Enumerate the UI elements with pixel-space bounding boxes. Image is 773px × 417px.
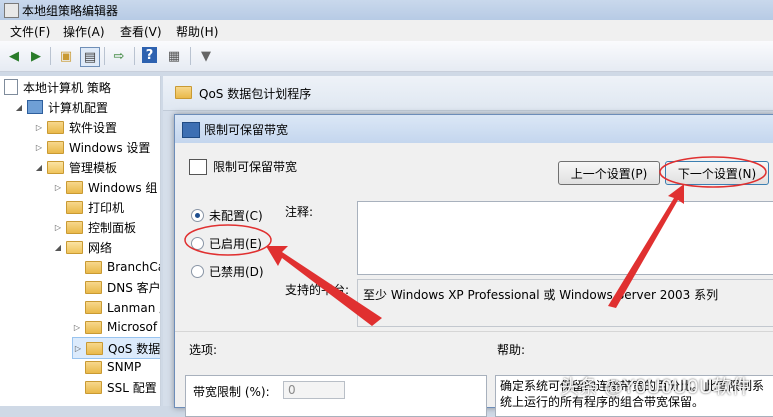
collapsed-arrow-icon[interactable]: ▷ xyxy=(53,183,63,192)
expanded-arrow-icon[interactable]: ◢ xyxy=(34,163,44,172)
tree-item-ssl-config[interactable]: SSL 配置 xyxy=(72,377,157,397)
window-title: 本地组策略编辑器 xyxy=(22,4,119,18)
collapsed-arrow-icon[interactable]: ▷ xyxy=(34,143,44,152)
menu-help[interactable]: 帮助(H) xyxy=(176,23,218,40)
folder-icon xyxy=(85,380,102,394)
policy-setting-icon xyxy=(182,122,200,138)
folder-icon xyxy=(85,280,102,294)
policy-icon xyxy=(4,79,18,95)
menu-view[interactable]: 查看(V) xyxy=(120,23,162,40)
folder-icon xyxy=(85,320,102,334)
toolbar-separator xyxy=(104,47,105,65)
folder-open-icon xyxy=(47,160,64,174)
tree-item-microsoft[interactable]: ▷ Microsof xyxy=(72,317,157,337)
radio-disabled[interactable]: 已禁用(D) xyxy=(191,263,264,280)
platform-field: 至少 Windows XP Professional 或 Windows Ser… xyxy=(357,279,773,327)
details-title: QoS 数据包计划程序 xyxy=(199,87,312,101)
collapsed-arrow-icon[interactable]: ▷ xyxy=(34,123,44,132)
comment-label: 注释: xyxy=(285,205,314,219)
platform-value: 至少 Windows XP Professional 或 Windows Ser… xyxy=(363,288,719,302)
options-label: 选项: xyxy=(189,343,218,357)
platform-label: 支持的平台: xyxy=(285,283,350,297)
help-label: 帮助: xyxy=(497,343,526,357)
menu-action[interactable]: 操作(A) xyxy=(63,23,105,40)
radio-not-configured[interactable]: 未配置(C) xyxy=(191,207,263,224)
folder-icon xyxy=(175,86,192,99)
tree-item-snmp[interactable]: SNMP xyxy=(72,357,141,377)
folder-icon xyxy=(66,180,83,194)
bandwidth-label: 带宽限制 (%): xyxy=(193,385,270,399)
tree-item-qos[interactable]: ▷ QoS 数据 xyxy=(72,337,160,359)
tree-item-control-panel[interactable]: ▷ 控制面板 xyxy=(53,217,136,237)
folder-icon xyxy=(47,140,64,154)
tree-item-dns-client[interactable]: DNS 客户 xyxy=(72,277,160,297)
menu-file[interactable]: 文件(F) xyxy=(10,23,50,40)
comment-textarea[interactable] xyxy=(357,201,773,275)
next-setting-button[interactable]: 下一个设置(N) xyxy=(665,161,769,185)
tree-item-software-settings[interactable]: ▷ 软件设置 xyxy=(34,117,117,137)
export-icon[interactable]: ⇨ xyxy=(110,47,128,65)
prev-setting-button[interactable]: 上一个设置(P) xyxy=(558,161,660,185)
folder-icon xyxy=(86,341,103,355)
folder-icon xyxy=(85,300,102,314)
dialog-titlebar: 限制可保留带宽 xyxy=(175,115,773,143)
tree-item-local-policy[interactable]: 本地计算机 策略 xyxy=(4,77,111,97)
tree-item-lanman-server[interactable]: Lanman 服 xyxy=(72,297,160,317)
properties-icon[interactable]: ▦ xyxy=(165,47,183,65)
watermark: 头条 @Y0U0U0U软件 xyxy=(560,376,751,398)
tree-item-printers[interactable]: 打印机 xyxy=(53,197,124,217)
tree-item-branchcache[interactable]: BranchCa xyxy=(72,257,160,277)
folder-icon xyxy=(66,200,83,214)
back-icon[interactable]: ◀ xyxy=(5,47,23,65)
folder-icon xyxy=(85,260,102,274)
expanded-arrow-icon[interactable]: ◢ xyxy=(53,243,63,252)
menu-bar: 文件(F) 操作(A) 查看(V) 帮助(H) xyxy=(0,20,773,41)
radio-selected-icon xyxy=(191,209,204,222)
bandwidth-input[interactable]: 0 xyxy=(283,381,345,399)
radio-enabled[interactable]: 已启用(E) xyxy=(191,235,262,252)
folder-icon xyxy=(66,220,83,234)
collapsed-arrow-icon[interactable]: ▷ xyxy=(72,323,82,332)
setting-icon xyxy=(189,159,207,175)
collapsed-arrow-icon[interactable]: ▷ xyxy=(73,344,83,353)
details-header: QoS 数据包计划程序 xyxy=(163,76,773,111)
expanded-arrow-icon[interactable]: ◢ xyxy=(14,103,24,112)
up-folder-icon[interactable]: ▣ xyxy=(57,47,75,65)
tree-item-windows-settings[interactable]: ▷ Windows 设置 xyxy=(34,137,150,157)
show-hide-tree-icon[interactable]: ▤ xyxy=(80,47,100,67)
toolbar-separator xyxy=(190,47,191,65)
collapsed-arrow-icon[interactable]: ▷ xyxy=(53,223,63,232)
computer-icon xyxy=(27,100,43,114)
app-icon xyxy=(4,3,19,18)
folder-open-icon xyxy=(66,240,83,254)
help-icon[interactable]: ? xyxy=(142,47,157,63)
folder-icon xyxy=(85,360,102,374)
window-titlebar: 本地组策略编辑器 xyxy=(0,0,773,20)
policy-name: 限制可保留带宽 xyxy=(213,160,298,174)
toolbar: ◀ ▶ ▣ ▤ ⇨ ? ▦ ▼ xyxy=(0,41,773,72)
radio-icon xyxy=(191,265,204,278)
folder-icon xyxy=(47,120,64,134)
divider xyxy=(175,331,773,332)
tree-item-windows-components[interactable]: ▷ Windows 组 xyxy=(53,177,157,197)
forward-icon[interactable]: ▶ xyxy=(27,47,45,65)
console-tree: 本地计算机 策略 ◢ 计算机配置 ▷ 软件设置 ▷ Windows 设置 ◢ 管理模板 … xyxy=(0,76,161,406)
toolbar-separator xyxy=(50,47,51,65)
toolbar-separator xyxy=(134,47,135,65)
tree-item-network[interactable]: ◢ 网络 xyxy=(53,237,112,257)
dialog-title: 限制可保留带宽 xyxy=(204,123,289,137)
tree-item-computer-config[interactable]: ◢ 计算机配置 xyxy=(14,97,108,117)
policy-dialog: 限制可保留带宽 限制可保留带宽 上一个设置(P) 下一个设置(N) 未配置(C)… xyxy=(174,114,773,417)
filter-icon[interactable]: ▼ xyxy=(197,47,215,65)
tree-item-admin-templates[interactable]: ◢ 管理模板 xyxy=(34,157,117,177)
radio-icon xyxy=(191,237,204,250)
